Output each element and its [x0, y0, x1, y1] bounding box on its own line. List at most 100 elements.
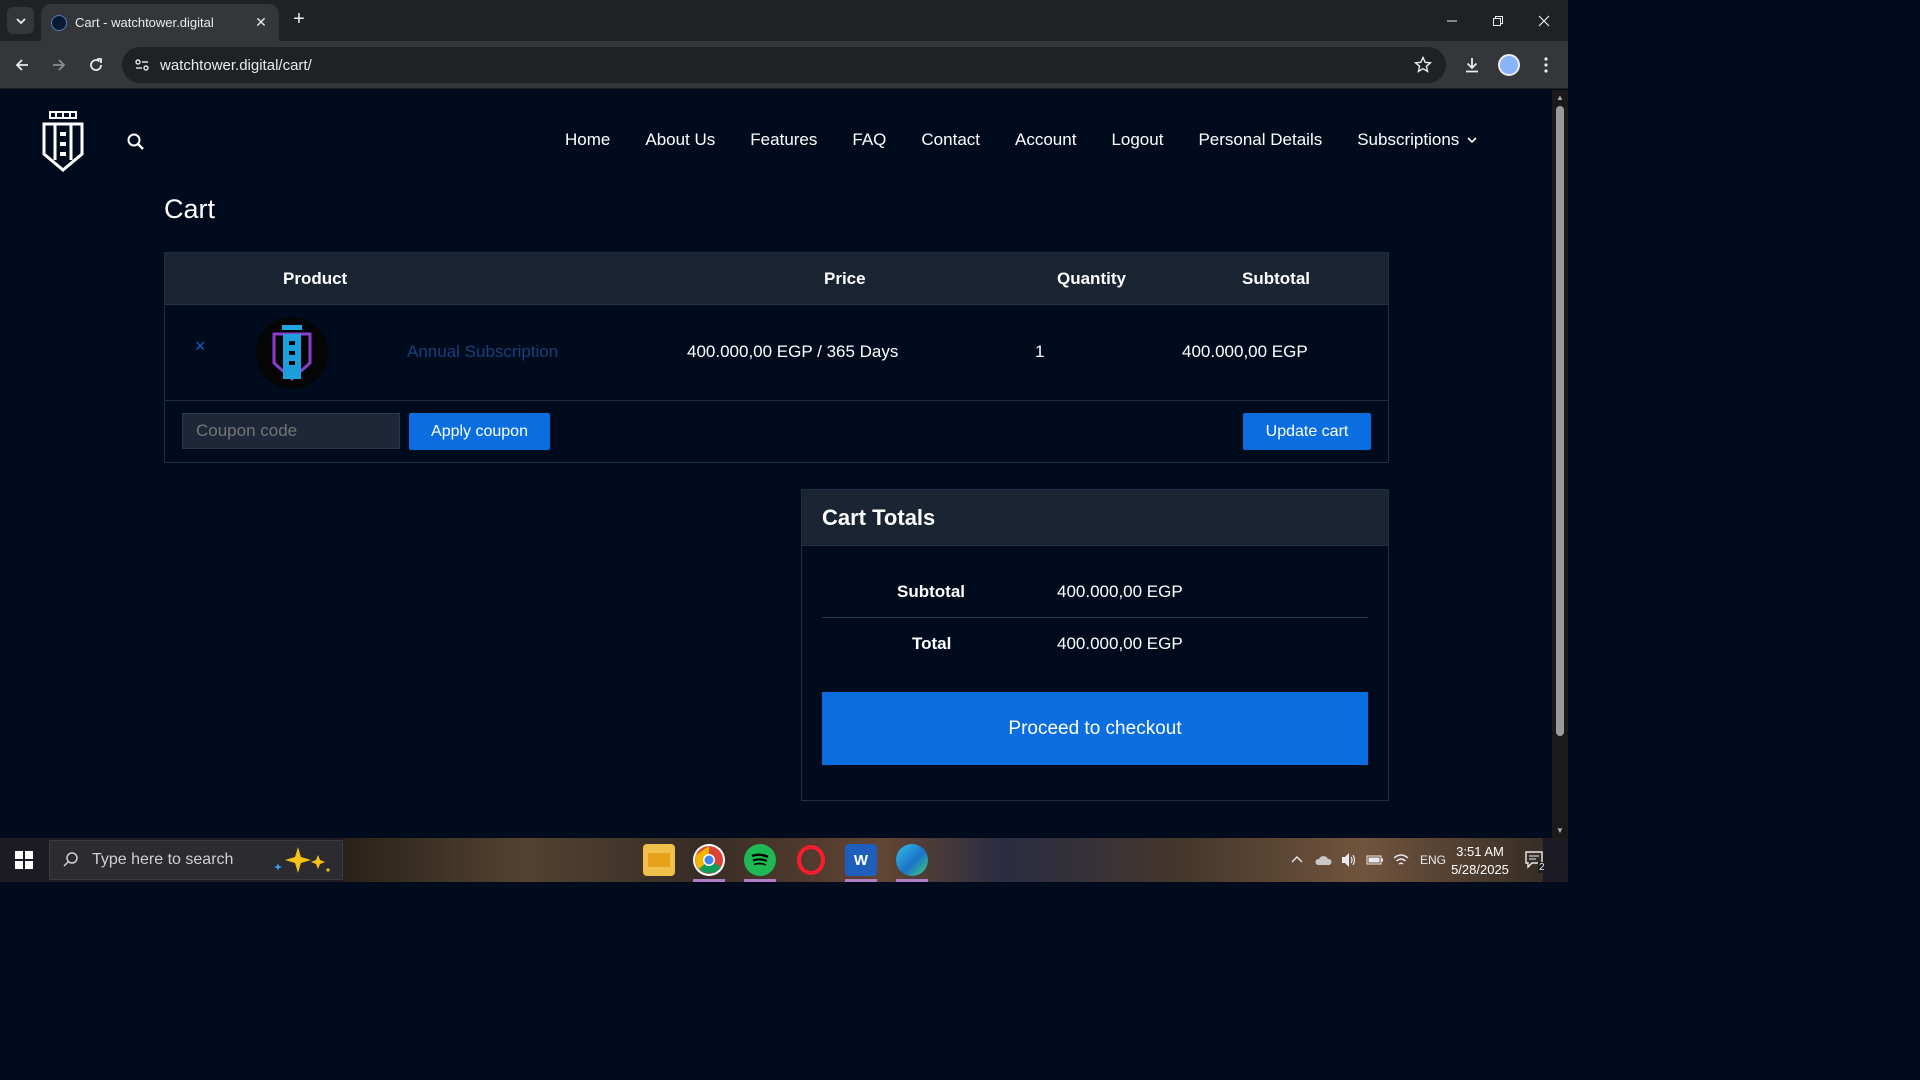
- profile-button[interactable]: [1495, 51, 1523, 79]
- product-quantity[interactable]: 1: [1035, 342, 1044, 362]
- close-window-button[interactable]: [1521, 0, 1567, 41]
- tab-search-button[interactable]: [7, 7, 34, 34]
- language-indicator[interactable]: ENG: [1420, 853, 1446, 867]
- opera-icon[interactable]: [795, 844, 827, 876]
- nav-faq[interactable]: FAQ: [852, 130, 886, 150]
- product-price: 400.000,00 EGP / 365 Days: [687, 342, 899, 361]
- wifi-icon[interactable]: [1392, 853, 1410, 867]
- downloads-button[interactable]: [1458, 51, 1486, 79]
- cart-item-row: × Annual Subscription 400.000,00 EGP / 3…: [165, 305, 1388, 401]
- arrow-right-icon: [53, 59, 66, 71]
- cart-totals-title: Cart Totals: [822, 505, 936, 530]
- scroll-down-arrow-icon[interactable]: ▼: [1555, 826, 1565, 836]
- subtotal-label: Subtotal: [897, 582, 965, 601]
- new-tab-button[interactable]: +: [288, 9, 310, 31]
- spotify-icon[interactable]: [744, 844, 776, 882]
- proceed-to-checkout-button[interactable]: Proceed to checkout: [822, 692, 1368, 765]
- site-info-icon[interactable]: [132, 55, 152, 75]
- nav-about-us[interactable]: About Us: [645, 130, 715, 150]
- bookmark-star-icon[interactable]: [1412, 54, 1434, 76]
- nav-subscriptions-label: Subscriptions: [1357, 130, 1460, 149]
- product-thumbnail[interactable]: [256, 317, 328, 389]
- reload-button[interactable]: [82, 51, 110, 79]
- taskbar-search[interactable]: Type here to search: [49, 840, 343, 880]
- onedrive-cloud-icon[interactable]: [1314, 854, 1332, 866]
- product-logo-icon: [256, 317, 328, 389]
- clock-date: 5/28/2025: [1451, 862, 1509, 877]
- total-row: Total 400.000,00 EGP: [822, 618, 1368, 670]
- taskbar-search-placeholder: Type here to search: [92, 851, 234, 868]
- search-icon: [63, 852, 78, 867]
- nav-personal-details[interactable]: Personal Details: [1198, 130, 1322, 150]
- total-value: 400.000,00 EGP: [1057, 634, 1183, 653]
- header-price: Price: [824, 269, 866, 288]
- edge-icon[interactable]: [896, 844, 928, 882]
- subtotal-row: Subtotal 400.000,00 EGP: [822, 566, 1368, 618]
- main-navigation: Home About Us Features FAQ Contact Accou…: [565, 130, 1477, 150]
- subtotal-value: 400.000,00 EGP: [1057, 582, 1183, 601]
- update-cart-button[interactable]: Update cart: [1243, 413, 1371, 450]
- watchtower-logo[interactable]: [40, 110, 86, 172]
- search-icon[interactable]: [126, 132, 146, 152]
- chevron-up-icon[interactable]: [1290, 853, 1304, 867]
- nav-home[interactable]: Home: [565, 130, 610, 150]
- system-clock[interactable]: 3:51 AM 5/28/2025: [1446, 843, 1514, 879]
- scroll-up-arrow-icon[interactable]: ▲: [1555, 93, 1565, 103]
- remove-item-icon[interactable]: ×: [195, 337, 209, 355]
- restore-icon: [1493, 15, 1503, 26]
- nav-contact[interactable]: Contact: [921, 130, 980, 150]
- tab-close-icon[interactable]: ✕: [253, 14, 269, 31]
- cart-totals-header: Cart Totals: [802, 490, 1388, 546]
- volume-icon[interactable]: [1340, 852, 1358, 868]
- file-explorer-icon[interactable]: [643, 844, 675, 876]
- cart-actions: Apply coupon Update cart: [165, 401, 1388, 462]
- chevron-down-icon: [1467, 137, 1477, 144]
- web-page: Home About Us Features FAQ Contact Accou…: [0, 90, 1552, 838]
- header-subtotal: Subtotal: [1242, 269, 1310, 288]
- cart-table: Product Price Quantity Subtotal × Annual…: [164, 252, 1389, 463]
- battery-icon[interactable]: [1366, 854, 1384, 866]
- profile-avatar-icon: [1498, 54, 1520, 76]
- coupon-code-input[interactable]: [182, 413, 400, 449]
- restore-button[interactable]: [1475, 0, 1521, 41]
- header-quantity: Quantity: [1057, 269, 1126, 288]
- header-product: Product: [283, 269, 348, 288]
- minimize-button[interactable]: [1429, 0, 1475, 41]
- word-icon[interactable]: W: [845, 844, 877, 882]
- cart-table-header: Product Price Quantity Subtotal: [165, 253, 1388, 305]
- sparkle-icon: [274, 847, 330, 873]
- page-scrollbar[interactable]: ▲ ▼: [1552, 90, 1568, 838]
- clock-time: 3:51 AM: [1456, 844, 1504, 859]
- notification-count-badge: 2: [1538, 862, 1546, 873]
- start-button[interactable]: [0, 838, 48, 882]
- site-favicon-icon: [51, 14, 67, 31]
- product-name-link[interactable]: Annual Subscription: [407, 342, 558, 362]
- cart-totals: Cart Totals Subtotal 400.000,00 EGP Tota…: [801, 489, 1389, 801]
- forward-button[interactable]: [45, 51, 73, 79]
- windows-logo-icon: [15, 851, 33, 869]
- scrollbar-thumb[interactable]: [1556, 106, 1564, 736]
- total-label: Total: [912, 634, 952, 653]
- nav-account[interactable]: Account: [1015, 130, 1076, 150]
- browser-tab-active[interactable]: Cart - watchtower.digital ✕: [41, 4, 279, 41]
- browser-toolbar: watchtower.digital/cart/: [0, 41, 1568, 89]
- notification-center[interactable]: 2: [1524, 838, 1546, 882]
- arrow-left-icon: [15, 59, 28, 71]
- chevron-down-icon: [15, 17, 26, 24]
- nav-subscriptions[interactable]: Subscriptions: [1357, 130, 1477, 150]
- download-icon: [1466, 58, 1478, 73]
- browser-menu-button[interactable]: [1532, 51, 1560, 79]
- apply-coupon-button[interactable]: Apply coupon: [409, 413, 550, 450]
- nav-features[interactable]: Features: [750, 130, 817, 150]
- kebab-menu-icon: [1544, 57, 1548, 73]
- nav-logout[interactable]: Logout: [1111, 130, 1163, 150]
- windows-taskbar: Type here to search W ENG 3:51 AM 5/28/2…: [0, 838, 1568, 882]
- tab-title: Cart - watchtower.digital: [75, 15, 214, 30]
- address-bar[interactable]: watchtower.digital/cart/: [122, 47, 1446, 83]
- back-button[interactable]: [8, 51, 36, 79]
- close-icon: [1538, 15, 1550, 26]
- minimize-icon: [1447, 20, 1457, 21]
- url-text[interactable]: watchtower.digital/cart/: [160, 57, 1412, 74]
- chrome-icon[interactable]: [693, 844, 725, 882]
- reload-icon: [90, 58, 102, 71]
